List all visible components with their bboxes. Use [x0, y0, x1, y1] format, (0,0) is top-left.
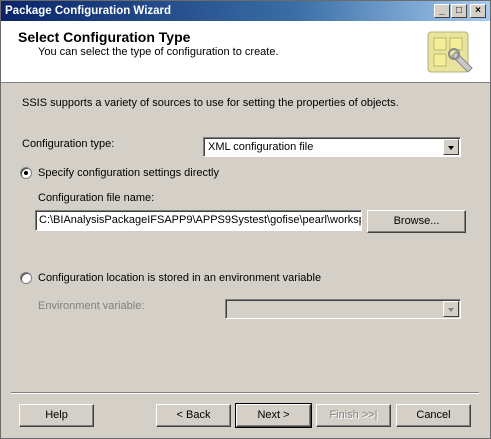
radio-environment-variable[interactable] — [20, 272, 32, 284]
help-button[interactable]: Help — [19, 404, 94, 427]
intro-text: SSIS supports a variety of sources to us… — [22, 97, 399, 109]
close-icon[interactable]: × — [470, 4, 486, 18]
browse-button[interactable]: Browse... — [367, 210, 466, 233]
configuration-file-name-label: Configuration file name: — [38, 192, 155, 204]
radio-specify-directly[interactable] — [20, 167, 32, 179]
back-button[interactable]: < Back — [156, 404, 231, 427]
finish-button: Finish >>| — [316, 404, 391, 427]
configuration-type-label: Configuration type: — [22, 138, 115, 150]
page-title: Select Configuration Type — [18, 29, 191, 45]
minimize-icon[interactable]: _ — [434, 4, 450, 18]
wizard-config-icon — [427, 31, 473, 73]
bottom-separator — [11, 392, 479, 394]
title-bar[interactable]: Package Configuration Wizard _ □ × — [1, 1, 490, 21]
configuration-type-select[interactable]: XML configuration file — [203, 137, 461, 157]
wizard-header: Select Configuration Type You can select… — [1, 21, 490, 83]
cancel-button[interactable]: Cancel — [396, 404, 471, 427]
radio-specify-directly-label[interactable]: Specify configuration settings directly — [38, 167, 219, 179]
chevron-down-icon[interactable] — [443, 139, 459, 155]
configuration-type-value: XML configuration file — [208, 141, 314, 153]
wizard-window: Package Configuration Wizard _ □ × Selec… — [0, 0, 491, 439]
window-title: Package Configuration Wizard — [5, 5, 172, 17]
environment-variable-label: Environment variable: — [38, 300, 145, 312]
next-button[interactable]: Next > — [235, 403, 312, 428]
radio-environment-variable-label[interactable]: Configuration location is stored in an e… — [38, 272, 321, 284]
chevron-down-icon — [443, 301, 459, 317]
page-subtitle: You can select the type of configuration… — [38, 46, 279, 58]
environment-variable-select — [225, 299, 461, 319]
configuration-file-name-input[interactable]: C:\BIAnalysisPackageIFSAPP9\APPS9Systest… — [35, 210, 362, 231]
maximize-icon[interactable]: □ — [451, 4, 467, 18]
